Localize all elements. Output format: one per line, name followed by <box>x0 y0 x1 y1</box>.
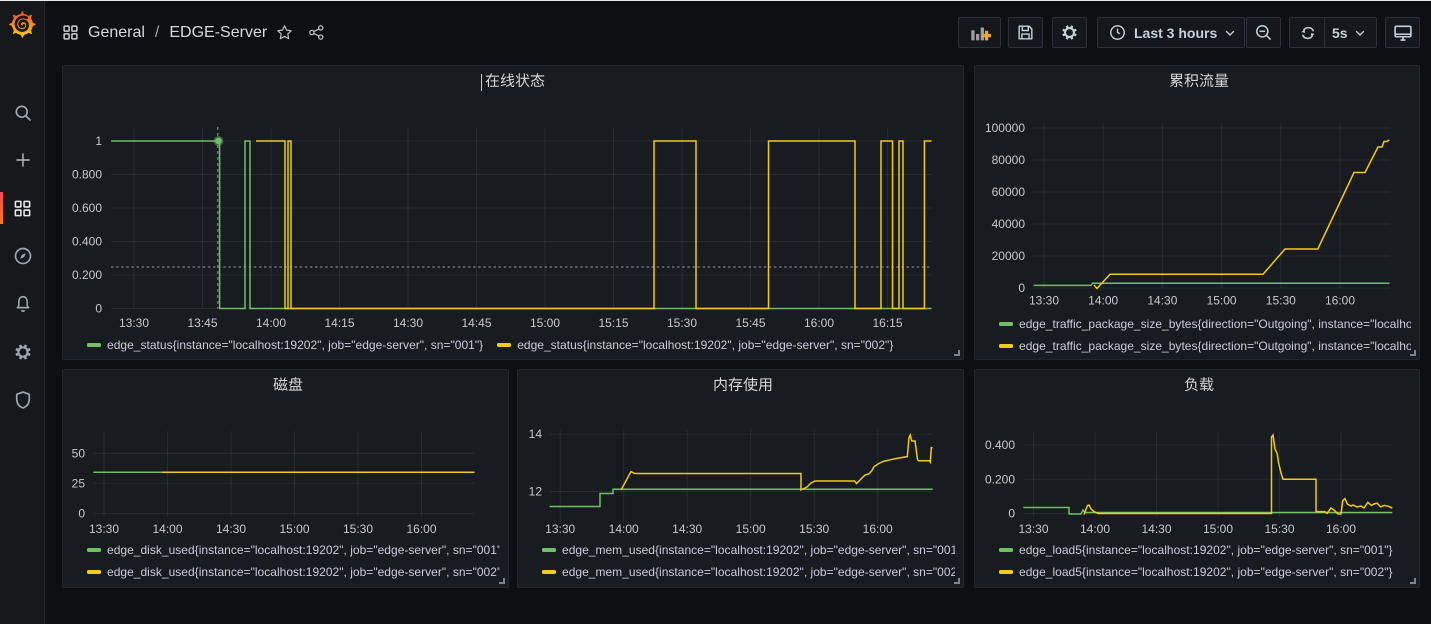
svg-text:25: 25 <box>72 476 86 490</box>
svg-text:14:30: 14:30 <box>1141 522 1171 536</box>
svg-text:40000: 40000 <box>992 217 1026 231</box>
svg-text:0: 0 <box>1008 507 1015 521</box>
svg-text:15:00: 15:00 <box>1203 522 1233 536</box>
svg-text:16:00: 16:00 <box>804 316 834 330</box>
svg-text:0.400: 0.400 <box>985 438 1015 452</box>
svg-text:14:00: 14:00 <box>609 522 639 536</box>
svg-text:1: 1 <box>95 134 102 148</box>
svg-text:14:30: 14:30 <box>672 522 702 536</box>
svg-text:80000: 80000 <box>992 153 1026 167</box>
svg-text:14:30: 14:30 <box>393 316 423 330</box>
svg-text:13:30: 13:30 <box>1029 294 1059 308</box>
svg-text:14:00: 14:00 <box>152 522 182 536</box>
svg-text:0.400: 0.400 <box>72 235 102 249</box>
svg-text:15:00: 15:00 <box>279 522 309 536</box>
svg-text:15:00: 15:00 <box>736 522 766 536</box>
svg-text:14:00: 14:00 <box>1088 294 1118 308</box>
svg-text:15:30: 15:30 <box>343 522 373 536</box>
svg-text:16:00: 16:00 <box>406 522 436 536</box>
svg-text:16:00: 16:00 <box>1326 522 1356 536</box>
svg-text:50: 50 <box>72 446 86 460</box>
svg-text:15:30: 15:30 <box>1266 294 1296 308</box>
svg-text:100000: 100000 <box>985 121 1025 135</box>
svg-text:15:00: 15:00 <box>1207 294 1237 308</box>
svg-text:0: 0 <box>1018 281 1025 295</box>
svg-text:0.200: 0.200 <box>72 268 102 282</box>
svg-text:0.800: 0.800 <box>72 168 102 182</box>
svg-text:15:15: 15:15 <box>598 316 628 330</box>
svg-text:14:45: 14:45 <box>461 316 491 330</box>
svg-text:60000: 60000 <box>992 185 1026 199</box>
svg-text:13:45: 13:45 <box>187 316 217 330</box>
svg-text:14:15: 14:15 <box>324 316 354 330</box>
svg-text:12: 12 <box>529 485 543 499</box>
svg-text:13:30: 13:30 <box>545 522 575 536</box>
svg-text:20000: 20000 <box>992 249 1026 263</box>
svg-text:15:30: 15:30 <box>1264 522 1294 536</box>
svg-text:16:00: 16:00 <box>1325 294 1355 308</box>
svg-text:14:30: 14:30 <box>1147 294 1177 308</box>
svg-text:14: 14 <box>529 427 543 441</box>
svg-text:15:45: 15:45 <box>735 316 765 330</box>
svg-text:0.600: 0.600 <box>72 201 102 215</box>
svg-text:14:00: 14:00 <box>256 316 286 330</box>
svg-text:14:30: 14:30 <box>216 522 246 536</box>
svg-text:0: 0 <box>78 507 85 521</box>
svg-text:0: 0 <box>95 302 102 316</box>
svg-text:15:30: 15:30 <box>799 522 829 536</box>
svg-text:13:30: 13:30 <box>119 316 149 330</box>
svg-text:13:30: 13:30 <box>1018 522 1048 536</box>
svg-text:0.200: 0.200 <box>985 472 1015 486</box>
svg-text:15:30: 15:30 <box>667 316 697 330</box>
svg-text:13:30: 13:30 <box>89 522 119 536</box>
svg-text:16:15: 16:15 <box>872 316 902 330</box>
svg-text:15:00: 15:00 <box>530 316 560 330</box>
svg-text:16:00: 16:00 <box>863 522 893 536</box>
svg-text:14:00: 14:00 <box>1080 522 1110 536</box>
